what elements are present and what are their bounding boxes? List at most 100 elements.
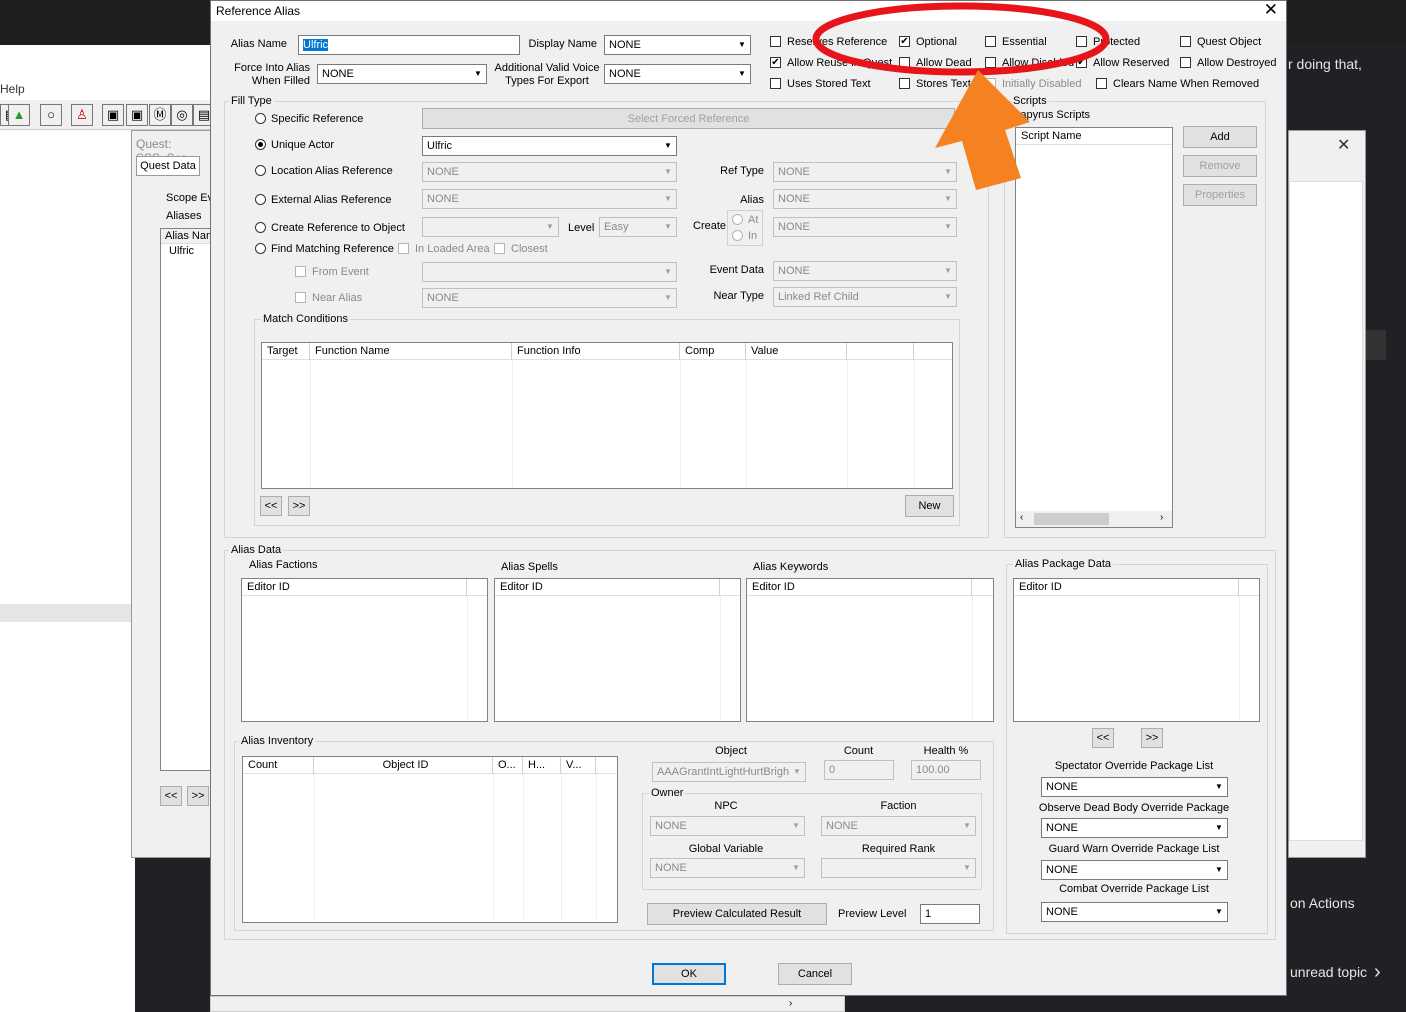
scripts-hscrollbar[interactable]: ‹ ›	[1016, 511, 1172, 527]
create-dropdown[interactable]: NONE	[773, 217, 957, 237]
force-into-alias-dropdown[interactable]: NONE	[317, 64, 487, 84]
location-alias-dropdown[interactable]: NONE	[422, 162, 677, 182]
voice-types-dropdown[interactable]: NONE	[604, 64, 751, 84]
initially-disabled-checkbox[interactable]	[985, 78, 996, 89]
closest-checkbox[interactable]	[494, 243, 505, 254]
create-at-radio[interactable]	[732, 214, 743, 225]
editor-id-column[interactable]: Editor ID	[747, 579, 972, 596]
column-header[interactable]: O...	[493, 757, 523, 774]
essential-checkbox[interactable]	[985, 36, 996, 47]
faction-dropdown[interactable]: NONE	[821, 816, 976, 836]
column-header[interactable]: Target	[262, 343, 310, 360]
column-header[interactable]: Function Name	[310, 343, 512, 360]
count-input[interactable]: 0	[824, 760, 894, 780]
scroll-right-icon[interactable]: ›	[1160, 512, 1163, 523]
scripts-list[interactable]: Script Name ‹ ›	[1015, 127, 1173, 528]
cancel-button[interactable]: Cancel	[778, 963, 852, 985]
match-conditions-table[interactable]: Target Function Name Function Info Comp …	[261, 342, 953, 489]
tab-quest-data[interactable]: Quest Data	[136, 156, 200, 176]
from-event-dropdown[interactable]	[422, 262, 677, 282]
create-reference-radio[interactable]	[255, 222, 266, 233]
protected-checkbox[interactable]	[1076, 36, 1087, 47]
alias-spells-list[interactable]: Editor ID	[494, 578, 741, 722]
create-in-radio[interactable]	[732, 230, 743, 241]
spectator-dropdown[interactable]: NONE	[1041, 777, 1228, 797]
help-menu[interactable]: Help	[0, 82, 25, 96]
scroll-left-icon[interactable]: ‹	[1020, 512, 1023, 523]
select-forced-reference-button[interactable]: Select Forced Reference	[422, 108, 955, 129]
alias-name-input[interactable]: Ulfric	[298, 35, 520, 55]
match-next-button[interactable]: >>	[288, 496, 310, 516]
preview-level-input[interactable]: 1	[920, 904, 980, 924]
column-header[interactable]: Object ID	[314, 757, 493, 774]
properties-button[interactable]: Properties	[1183, 184, 1257, 206]
package-prev-button[interactable]: <<	[1092, 728, 1114, 748]
event-data-dropdown[interactable]: NONE	[773, 261, 957, 281]
background-scrollbar[interactable]: ›	[210, 996, 845, 1012]
location-alias-radio[interactable]	[255, 165, 266, 176]
allow-reserved-checkbox[interactable]: ✔	[1076, 57, 1087, 68]
display-name-dropdown[interactable]: NONE	[604, 35, 751, 55]
column-header[interactable]	[847, 343, 914, 360]
close-icon[interactable]: ✕	[1337, 135, 1350, 155]
level-dropdown[interactable]: Easy	[599, 217, 677, 237]
scroll-right-icon[interactable]: ›	[789, 998, 792, 1009]
unique-actor-radio[interactable]	[255, 139, 266, 150]
column-header[interactable]: V...	[561, 757, 596, 774]
allow-reuse-checkbox[interactable]: ✔	[770, 57, 781, 68]
guard-warn-dropdown[interactable]: NONE	[1041, 860, 1228, 880]
near-type-dropdown[interactable]: Linked Ref Child	[773, 287, 957, 307]
column-header[interactable]: H...	[523, 757, 561, 774]
background-text-2[interactable]: on Actions	[1290, 895, 1355, 911]
from-event-checkbox[interactable]	[295, 266, 306, 277]
column-header[interactable]: Value	[746, 343, 847, 360]
quest-prev-button[interactable]: <<	[160, 786, 182, 806]
allow-destroyed-checkbox[interactable]	[1180, 57, 1191, 68]
background-text-3[interactable]: unread topic	[1290, 964, 1367, 980]
health-input[interactable]: 100.00	[911, 760, 981, 780]
quest-next-button[interactable]: >>	[187, 786, 209, 806]
preview-result-button[interactable]: Preview Calculated Result	[647, 903, 827, 925]
toolbar-cube-icon[interactable]: ▣	[102, 104, 124, 126]
allow-dead-checkbox[interactable]	[899, 57, 910, 68]
stores-text-checkbox[interactable]	[899, 78, 910, 89]
alias-dropdown[interactable]: NONE	[773, 189, 957, 209]
global-variable-dropdown[interactable]: NONE	[650, 858, 805, 878]
combat-dropdown[interactable]: NONE	[1041, 902, 1228, 922]
toolbar-figure-icon[interactable]: ♙	[71, 104, 93, 126]
ref-type-dropdown[interactable]: NONE	[773, 162, 957, 182]
new-condition-button[interactable]: New	[905, 495, 954, 517]
alias-keywords-list[interactable]: Editor ID	[746, 578, 994, 722]
create-reference-dropdown[interactable]	[422, 217, 559, 237]
script-name-column[interactable]: Script Name	[1016, 128, 1172, 145]
chevron-right-icon[interactable]: ›	[1374, 961, 1381, 984]
quest-object-checkbox[interactable]	[1180, 36, 1191, 47]
optional-checkbox[interactable]: ✔	[899, 36, 910, 47]
toolbar-m-icon[interactable]: Ⓜ	[149, 104, 171, 126]
near-alias-dropdown[interactable]: NONE	[422, 288, 677, 308]
add-script-button[interactable]: Add	[1183, 126, 1257, 148]
toolbar-speech-icon[interactable]: ○	[40, 104, 62, 126]
column-header[interactable]: Count	[243, 757, 314, 774]
specific-reference-radio[interactable]	[255, 113, 266, 124]
editor-id-column[interactable]: Editor ID	[495, 579, 720, 596]
package-list[interactable]: Editor ID	[1013, 578, 1260, 722]
in-loaded-area-checkbox[interactable]	[398, 243, 409, 254]
close-icon[interactable]: ✕	[1264, 1, 1278, 19]
reserves-reference-checkbox[interactable]	[770, 36, 781, 47]
clears-name-checkbox[interactable]	[1096, 78, 1107, 89]
toolbar-chart-icon[interactable]: ▲	[8, 104, 30, 126]
external-alias-radio[interactable]	[255, 194, 266, 205]
editor-id-column[interactable]: Editor ID	[242, 579, 467, 596]
column-header[interactable]: Comp	[680, 343, 746, 360]
npc-dropdown[interactable]: NONE	[650, 816, 805, 836]
observe-dropdown[interactable]: NONE	[1041, 818, 1228, 838]
ok-button[interactable]: OK	[652, 963, 726, 985]
package-next-button[interactable]: >>	[1141, 728, 1163, 748]
uses-stored-text-checkbox[interactable]	[770, 78, 781, 89]
unique-actor-dropdown[interactable]: Ulfric	[422, 136, 677, 156]
scroll-thumb[interactable]	[1034, 513, 1109, 525]
inventory-table[interactable]: Count Object ID O... H... V...	[242, 756, 618, 923]
alias-factions-list[interactable]: Editor ID	[241, 578, 488, 722]
toolbar-o-icon[interactable]: ◎	[171, 104, 193, 126]
